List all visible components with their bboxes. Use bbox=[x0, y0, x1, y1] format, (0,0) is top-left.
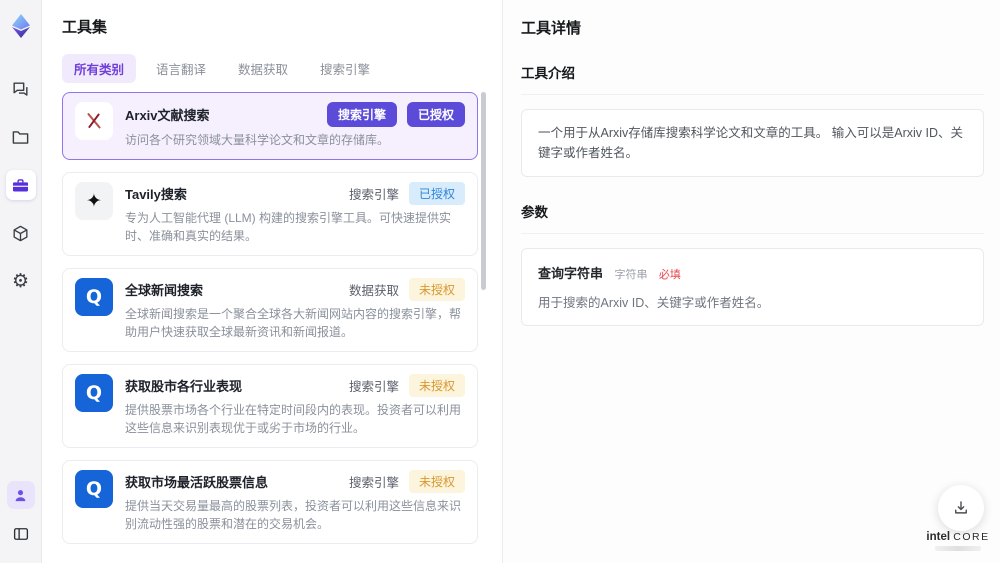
user-icon bbox=[15, 489, 26, 501]
folder-icon bbox=[12, 130, 29, 144]
collapse-panel-button[interactable] bbox=[6, 519, 36, 549]
tool-name: Arxiv文献搜索 bbox=[125, 108, 210, 123]
tab-all-categories[interactable]: 所有类别 bbox=[62, 54, 137, 83]
tool-category-badge: 搜索引擎 bbox=[326, 102, 397, 127]
detail-title: 工具详情 bbox=[521, 20, 582, 37]
toolbox-icon bbox=[12, 178, 29, 191]
tool-desc: 访问各个研究领域大量科学论文和文章的存储库。 bbox=[125, 133, 390, 147]
news-search-icon: Q bbox=[75, 278, 113, 316]
tab-search-engine[interactable]: 搜索引擎 bbox=[308, 54, 382, 83]
download-button[interactable] bbox=[938, 485, 984, 531]
intro-heading: 工具介绍 bbox=[521, 62, 984, 95]
param-card: 查询字符串 字符串 必填 用于搜索的Arxiv ID、关键字或作者姓名。 bbox=[521, 248, 984, 326]
news-search-icon: Q bbox=[75, 374, 113, 412]
tool-status-badge: 未授权 bbox=[408, 278, 465, 301]
tool-desc: 专为人工智能代理 (LLM) 构建的搜索引擎工具。可快速提供实时、准确和真实的结… bbox=[125, 211, 452, 243]
tool-card-sector-performance[interactable]: Q 获取股市各行业表现 搜索引擎 未授权 提供股票市场各个行业在特定时间段内的表… bbox=[62, 364, 478, 448]
tab-data-acquisition[interactable]: 数据获取 bbox=[226, 54, 300, 83]
chat-icon bbox=[13, 81, 28, 96]
sidebar-item-models[interactable] bbox=[6, 218, 36, 248]
gear-icon: ⚙ bbox=[11, 270, 30, 292]
param-type: 字符串 bbox=[614, 269, 648, 281]
intel-core-logo: intel CORE bbox=[922, 531, 994, 551]
page-title: 工具集 bbox=[62, 19, 108, 36]
intro-text: 一个用于从Arxiv存储库搜索科学论文和文章的工具。 输入可以是Arxiv ID… bbox=[538, 126, 964, 160]
intel-logo-shine bbox=[935, 546, 981, 551]
tool-status-badge: 已授权 bbox=[408, 182, 465, 205]
news-search-icon: Q bbox=[75, 470, 113, 508]
tool-category-label: 数据获取 bbox=[348, 284, 399, 298]
tool-detail-panel: 工具详情 工具介绍 一个用于从Arxiv存储库搜索科学论文和文章的工具。 输入可… bbox=[502, 0, 1000, 563]
tool-name: 全球新闻搜索 bbox=[125, 283, 204, 298]
cube-icon bbox=[13, 225, 28, 241]
sidebar-item-settings[interactable]: ⚙ bbox=[6, 266, 36, 296]
tool-name: 获取市场最活跃股票信息 bbox=[125, 475, 269, 490]
param-required-badge: 必填 bbox=[658, 269, 681, 281]
user-avatar-button[interactable] bbox=[6, 481, 35, 509]
tool-desc: 全球新闻搜索是一个聚合全球各大新闻网站内容的搜索引擎，帮助用户快速获取全球最新资… bbox=[125, 307, 462, 339]
tool-category-label: 搜索引擎 bbox=[348, 476, 399, 490]
sidebar-item-files[interactable] bbox=[6, 122, 36, 152]
toolset-panel: 工具集 所有类别 语言翻译 数据获取 搜索引擎 Arxiv文献搜索 搜索引擎 已… bbox=[42, 0, 502, 563]
tool-category-label: 搜索引擎 bbox=[348, 188, 399, 202]
tavily-star-icon: ✦ bbox=[75, 182, 113, 220]
params-heading: 参数 bbox=[521, 201, 984, 234]
scrollbar-thumb[interactable] bbox=[481, 92, 486, 290]
category-tabs: 所有类别 语言翻译 数据获取 搜索引擎 bbox=[62, 54, 502, 83]
left-nav-rail: ⚙ bbox=[0, 0, 42, 563]
tool-desc: 提供股票市场各个行业在特定时间段内的表现。投资者可以利用这些信息来识别表现优于或… bbox=[125, 403, 462, 435]
tool-name: 获取股市各行业表现 bbox=[125, 379, 243, 394]
tool-desc: 提供当天交易量最高的股票列表，投资者可以利用这些信息来识别流动性强的股票和潜在的… bbox=[125, 499, 462, 531]
panel-toggle-icon bbox=[13, 528, 28, 540]
tool-status-badge: 已授权 bbox=[406, 102, 465, 127]
core-wordmark: CORE bbox=[953, 531, 990, 543]
sidebar-item-toolset[interactable] bbox=[5, 170, 36, 200]
app-logo-icon bbox=[11, 14, 30, 38]
tab-language-translation[interactable]: 语言翻译 bbox=[144, 54, 218, 83]
tool-status-badge: 未授权 bbox=[408, 470, 465, 493]
tool-card-most-active-stocks[interactable]: Q 获取市场最活跃股票信息 搜索引擎 未授权 提供当天交易量最高的股票列表，投资… bbox=[62, 460, 478, 544]
arxiv-logo-icon bbox=[75, 102, 113, 140]
intel-wordmark: intel bbox=[926, 531, 951, 543]
param-desc: 用于搜索的Arxiv ID、关键字或作者姓名。 bbox=[538, 296, 770, 310]
tool-card-tavily[interactable]: ✦ Tavily搜索 搜索引擎 已授权 专为人工智能代理 (LLM) 构建的搜索… bbox=[62, 172, 478, 256]
tool-status-badge: 未授权 bbox=[408, 374, 465, 397]
sidebar-item-chat[interactable] bbox=[6, 74, 36, 104]
tool-card-arxiv[interactable]: Arxiv文献搜索 搜索引擎 已授权 访问各个研究领域大量科学论文和文章的存储库… bbox=[62, 92, 478, 160]
param-name: 查询字符串 bbox=[538, 266, 604, 281]
param-header: 查询字符串 字符串 必填 bbox=[538, 263, 967, 283]
tool-name: Tavily搜索 bbox=[125, 187, 187, 202]
tool-category-label: 搜索引擎 bbox=[348, 380, 399, 394]
intro-card: 一个用于从Arxiv存储库搜索科学论文和文章的工具。 输入可以是Arxiv ID… bbox=[521, 109, 984, 177]
download-icon bbox=[955, 501, 967, 514]
tool-card-global-news[interactable]: Q 全球新闻搜索 数据获取 未授权 全球新闻搜索是一个聚合全球各大新闻网站内容的… bbox=[62, 268, 478, 352]
tool-list: Arxiv文献搜索 搜索引擎 已授权 访问各个研究领域大量科学论文和文章的存储库… bbox=[62, 92, 478, 555]
